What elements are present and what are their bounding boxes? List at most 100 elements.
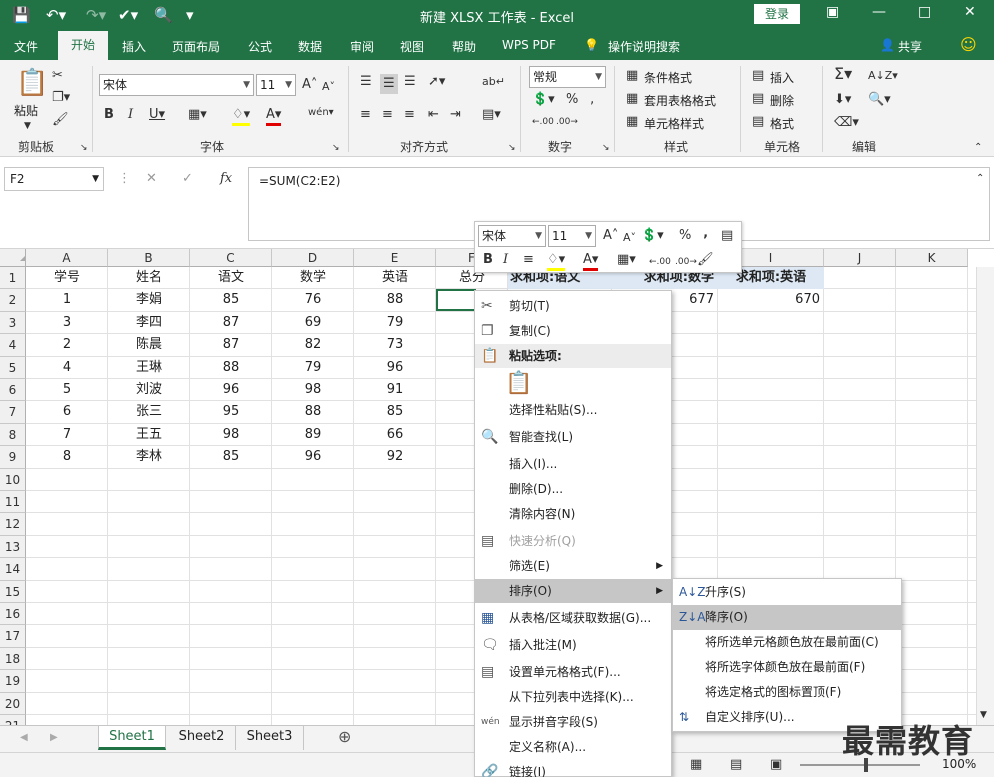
menu-help[interactable]: 帮助 — [452, 38, 476, 55]
increase-decimal-icon[interactable]: ←.00 — [649, 254, 671, 270]
align-top-icon[interactable]: ☰ — [360, 74, 372, 90]
menu-formulas[interactable]: 公式 — [248, 38, 272, 55]
menu-copy[interactable]: ❐ 复制(C) — [475, 319, 671, 343]
row-header-16[interactable]: 16 — [0, 603, 26, 626]
font-color-icon[interactable]: A▾ — [266, 107, 282, 126]
menu-phonetic[interactable]: wén 显示拼音字段(S) — [475, 710, 671, 734]
decrease-font-icon[interactable]: A˅ — [322, 79, 335, 95]
bold-icon[interactable]: B — [483, 252, 493, 268]
decrease-indent-icon[interactable]: ⇤ — [428, 107, 439, 123]
table-cell[interactable]: 王五 — [108, 424, 190, 446]
table-cell[interactable]: 89 — [272, 424, 354, 446]
sort-descending[interactable]: Z↓A 降序(O) — [673, 605, 901, 630]
scroll-down-icon[interactable]: ▼ — [980, 707, 987, 723]
row-header-13[interactable]: 13 — [0, 535, 26, 559]
column-header-c[interactable]: C — [190, 249, 272, 267]
menu-comment[interactable]: 🗨 插入批注(M) — [475, 633, 671, 657]
table-cell[interactable]: 95 — [190, 401, 272, 423]
name-box[interactable]: F2 ▼ — [4, 167, 104, 191]
table-cell[interactable]: 8 — [26, 446, 108, 468]
format-painter-icon[interactable]: 🖌 — [697, 252, 714, 268]
format-cells-button[interactable]: 格式 — [770, 115, 794, 132]
paste-icon[interactable]: 📋 — [16, 68, 48, 98]
sort-filter-icon[interactable]: A↓Z▾ — [868, 68, 898, 84]
menu-insert[interactable]: 插入 — [122, 38, 146, 55]
menu-filter[interactable]: 筛选(E) ▶ — [475, 554, 671, 578]
table-cell[interactable]: 82 — [272, 334, 354, 356]
table-cell[interactable]: 88 — [190, 357, 272, 379]
table-cell[interactable]: 98 — [190, 424, 272, 446]
summary-value-cell[interactable]: 670 — [718, 289, 822, 311]
menu-format-cells[interactable]: ▤ 设置单元格格式(F)... — [475, 660, 671, 684]
find-select-icon[interactable]: 🔍▾ — [868, 92, 891, 108]
row-header-18[interactable]: 18 — [0, 647, 26, 671]
decrease-decimal-icon[interactable]: .00→ — [675, 254, 697, 270]
align-bottom-icon[interactable]: ☰ — [404, 74, 416, 90]
tell-me-search[interactable]: 操作说明搜索 — [608, 38, 680, 55]
table-cell[interactable]: 85 — [190, 289, 272, 311]
row-header-8[interactable]: 8 — [0, 423, 26, 447]
cancel-icon[interactable]: ✕ — [146, 171, 157, 187]
merge-icon[interactable]: ▤ — [721, 228, 733, 244]
row-header-10[interactable]: 10 — [0, 468, 26, 491]
percent-icon[interactable]: % — [679, 228, 691, 244]
row-header-15[interactable]: 15 — [0, 580, 26, 603]
row-header-12[interactable]: 12 — [0, 513, 26, 536]
italic-icon[interactable]: I — [128, 107, 133, 123]
table-cell[interactable]: 张三 — [108, 401, 190, 423]
number-launcher-icon[interactable]: ↘ — [602, 140, 610, 156]
menu-file[interactable]: 文件 — [14, 38, 38, 55]
scroll-right-icon[interactable]: ▶ — [50, 730, 58, 746]
table-cell[interactable]: 85 — [354, 401, 436, 423]
sheet-tab-2[interactable]: Sheet2 — [168, 726, 236, 750]
bold-icon[interactable]: B — [104, 107, 114, 123]
align-middle-icon[interactable]: ☰ — [380, 74, 398, 94]
table-cell[interactable]: 92 — [354, 446, 436, 468]
table-cell[interactable]: 85 — [190, 446, 272, 468]
maximize-icon[interactable]: □ — [918, 4, 931, 20]
comma-icon[interactable]: ‚ — [703, 226, 708, 242]
insert-function-icon[interactable]: fx — [220, 171, 232, 187]
menu-delete[interactable]: 删除(D)... — [475, 477, 671, 501]
column-header-e[interactable]: E — [354, 249, 436, 267]
menu-cut[interactable]: ✂ 剪切(T) — [475, 294, 671, 318]
expand-formula-icon[interactable]: ⌃ — [976, 171, 984, 187]
mini-size-combo[interactable]: 11 ▼ — [548, 225, 596, 247]
number-format-combo[interactable]: 常规 ▼ — [529, 66, 606, 88]
align-left-icon[interactable]: ≡ — [360, 107, 371, 123]
increase-font-icon[interactable]: A˄ — [302, 77, 317, 93]
table-cell[interactable]: 73 — [354, 334, 436, 356]
active-cell[interactable] — [436, 289, 476, 311]
table-format-button[interactable]: 套用表格格式 — [644, 92, 716, 109]
row-header-2[interactable]: 2 — [0, 289, 26, 312]
paste-dropdown-icon[interactable]: ▼ — [24, 118, 31, 134]
font-size-combo[interactable]: 11 ▼ — [256, 74, 296, 96]
menu-page-layout[interactable]: 页面布局 — [172, 38, 220, 55]
table-cell[interactable]: 69 — [272, 312, 354, 334]
menu-sort[interactable]: 排序(O) ▶ — [475, 579, 671, 603]
table-cell[interactable]: 96 — [190, 379, 272, 401]
orientation-icon[interactable]: ➚▾ — [428, 74, 445, 90]
menu-wps-pdf[interactable]: WPS PDF — [502, 38, 556, 52]
table-cell[interactable]: 88 — [354, 289, 436, 311]
table-cell[interactable]: 91 — [354, 379, 436, 401]
ribbon-display-icon[interactable]: ▣ — [826, 4, 839, 20]
close-icon[interactable]: ✕ — [964, 4, 976, 20]
collapse-ribbon-icon[interactable]: ⌃ — [974, 140, 982, 156]
alignment-launcher-icon[interactable]: ↘ — [508, 140, 516, 156]
underline-icon[interactable]: U▾ — [149, 107, 165, 123]
currency-icon[interactable]: 💲▾ — [532, 92, 555, 108]
table-cell[interactable]: 96 — [354, 357, 436, 379]
enter-icon[interactable]: ✓ — [182, 171, 193, 187]
percent-icon[interactable]: % — [566, 92, 578, 108]
copy-icon[interactable]: ❐▾ — [52, 90, 70, 106]
comma-icon[interactable]: ‚ — [590, 92, 594, 108]
table-cell[interactable]: 98 — [272, 379, 354, 401]
menu-smart-lookup[interactable]: 🔍 智能查找(L) — [475, 425, 671, 449]
table-cell[interactable]: 5 — [26, 379, 108, 401]
align-right-icon[interactable]: ≡ — [404, 107, 415, 123]
table-cell[interactable]: 6 — [26, 401, 108, 423]
fill-color-icon[interactable]: ♢▾ — [232, 107, 251, 126]
increase-font-icon[interactable]: A˄ — [603, 228, 618, 244]
insert-cells-button[interactable]: 插入 — [770, 69, 794, 86]
